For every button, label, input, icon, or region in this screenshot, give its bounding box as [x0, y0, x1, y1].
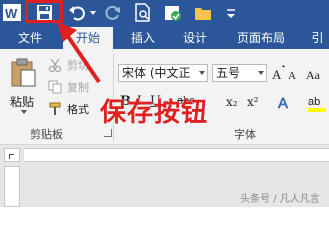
highlight-button[interactable]: ab [307, 92, 329, 114]
text-effects-icon: A [277, 95, 297, 118]
svg-text:A: A [272, 67, 282, 82]
chevron-down-icon [21, 110, 27, 114]
svg-text:A: A [288, 70, 296, 82]
ruler-corner [4, 148, 20, 162]
undo-dropdown[interactable] [90, 11, 96, 15]
text-effects-button[interactable]: A [277, 92, 297, 114]
svg-text:W: W [5, 6, 18, 21]
grow-font-button[interactable]: A [272, 64, 286, 82]
format-painter-label: 格式 [67, 103, 89, 116]
word-icon: W [3, 4, 21, 21]
tab-insert[interactable]: 插入 [118, 27, 168, 49]
clipboard-icon [9, 58, 37, 92]
shrink-font-button[interactable]: A [288, 64, 302, 82]
change-case-button[interactable]: Aa [306, 64, 328, 82]
svg-text:ab: ab [308, 96, 320, 108]
tab-references[interactable]: 引 [306, 27, 329, 49]
watermark-text: 头条号 / 凡人凡言 [240, 194, 320, 205]
chevron-down-icon [258, 71, 264, 75]
font-size-select[interactable]: 五号 [212, 64, 267, 82]
highlight-icon: ab [307, 96, 329, 118]
font-group-label: 字体 [234, 128, 256, 141]
font-name-select[interactable]: 宋体 (中文正 [118, 64, 208, 82]
customize-quick-access-button[interactable] [225, 6, 237, 20]
annotation-arrow [57, 22, 101, 84]
font-size-value: 五号 [216, 66, 241, 80]
clipboard-dialog-launcher[interactable] [104, 129, 112, 137]
tab-page-layout[interactable]: 页面布局 [228, 27, 294, 49]
folder-icon [194, 6, 212, 25]
paste-label: 粘贴 [10, 95, 35, 109]
font-name-value: 宋体 (中文正 [122, 66, 191, 80]
chevron-down-icon [225, 6, 237, 25]
print-preview-button[interactable] [134, 3, 152, 23]
superscript-button[interactable]: x² [247, 95, 259, 109]
format-painter-icon [48, 101, 62, 120]
change-case-icon: Aa [306, 67, 328, 86]
open-button[interactable] [194, 5, 212, 21]
clipboard-group-label: 剪贴板 [30, 128, 63, 141]
svg-text:A: A [278, 95, 288, 112]
save-icon [37, 5, 52, 20]
tab-design[interactable]: 设计 [170, 27, 220, 49]
shrink-font-icon: A [288, 67, 302, 86]
format-painter-button[interactable]: 格式 [48, 100, 108, 118]
vertical-ruler [4, 166, 20, 207]
print-preview-icon [134, 3, 152, 27]
subscript-button[interactable]: x₂ [226, 95, 238, 109]
check-icon [163, 6, 183, 27]
horizontal-ruler [24, 148, 329, 162]
chevron-down-icon [199, 71, 205, 75]
paste-button[interactable]: 粘贴 [4, 55, 42, 115]
annotation-text: 保存按钮 [100, 98, 209, 128]
tab-file[interactable]: 文件 [0, 27, 60, 49]
svg-text:Aa: Aa [306, 68, 321, 82]
grow-font-icon: A [272, 65, 286, 86]
spelling-check-button[interactable] [163, 3, 183, 23]
